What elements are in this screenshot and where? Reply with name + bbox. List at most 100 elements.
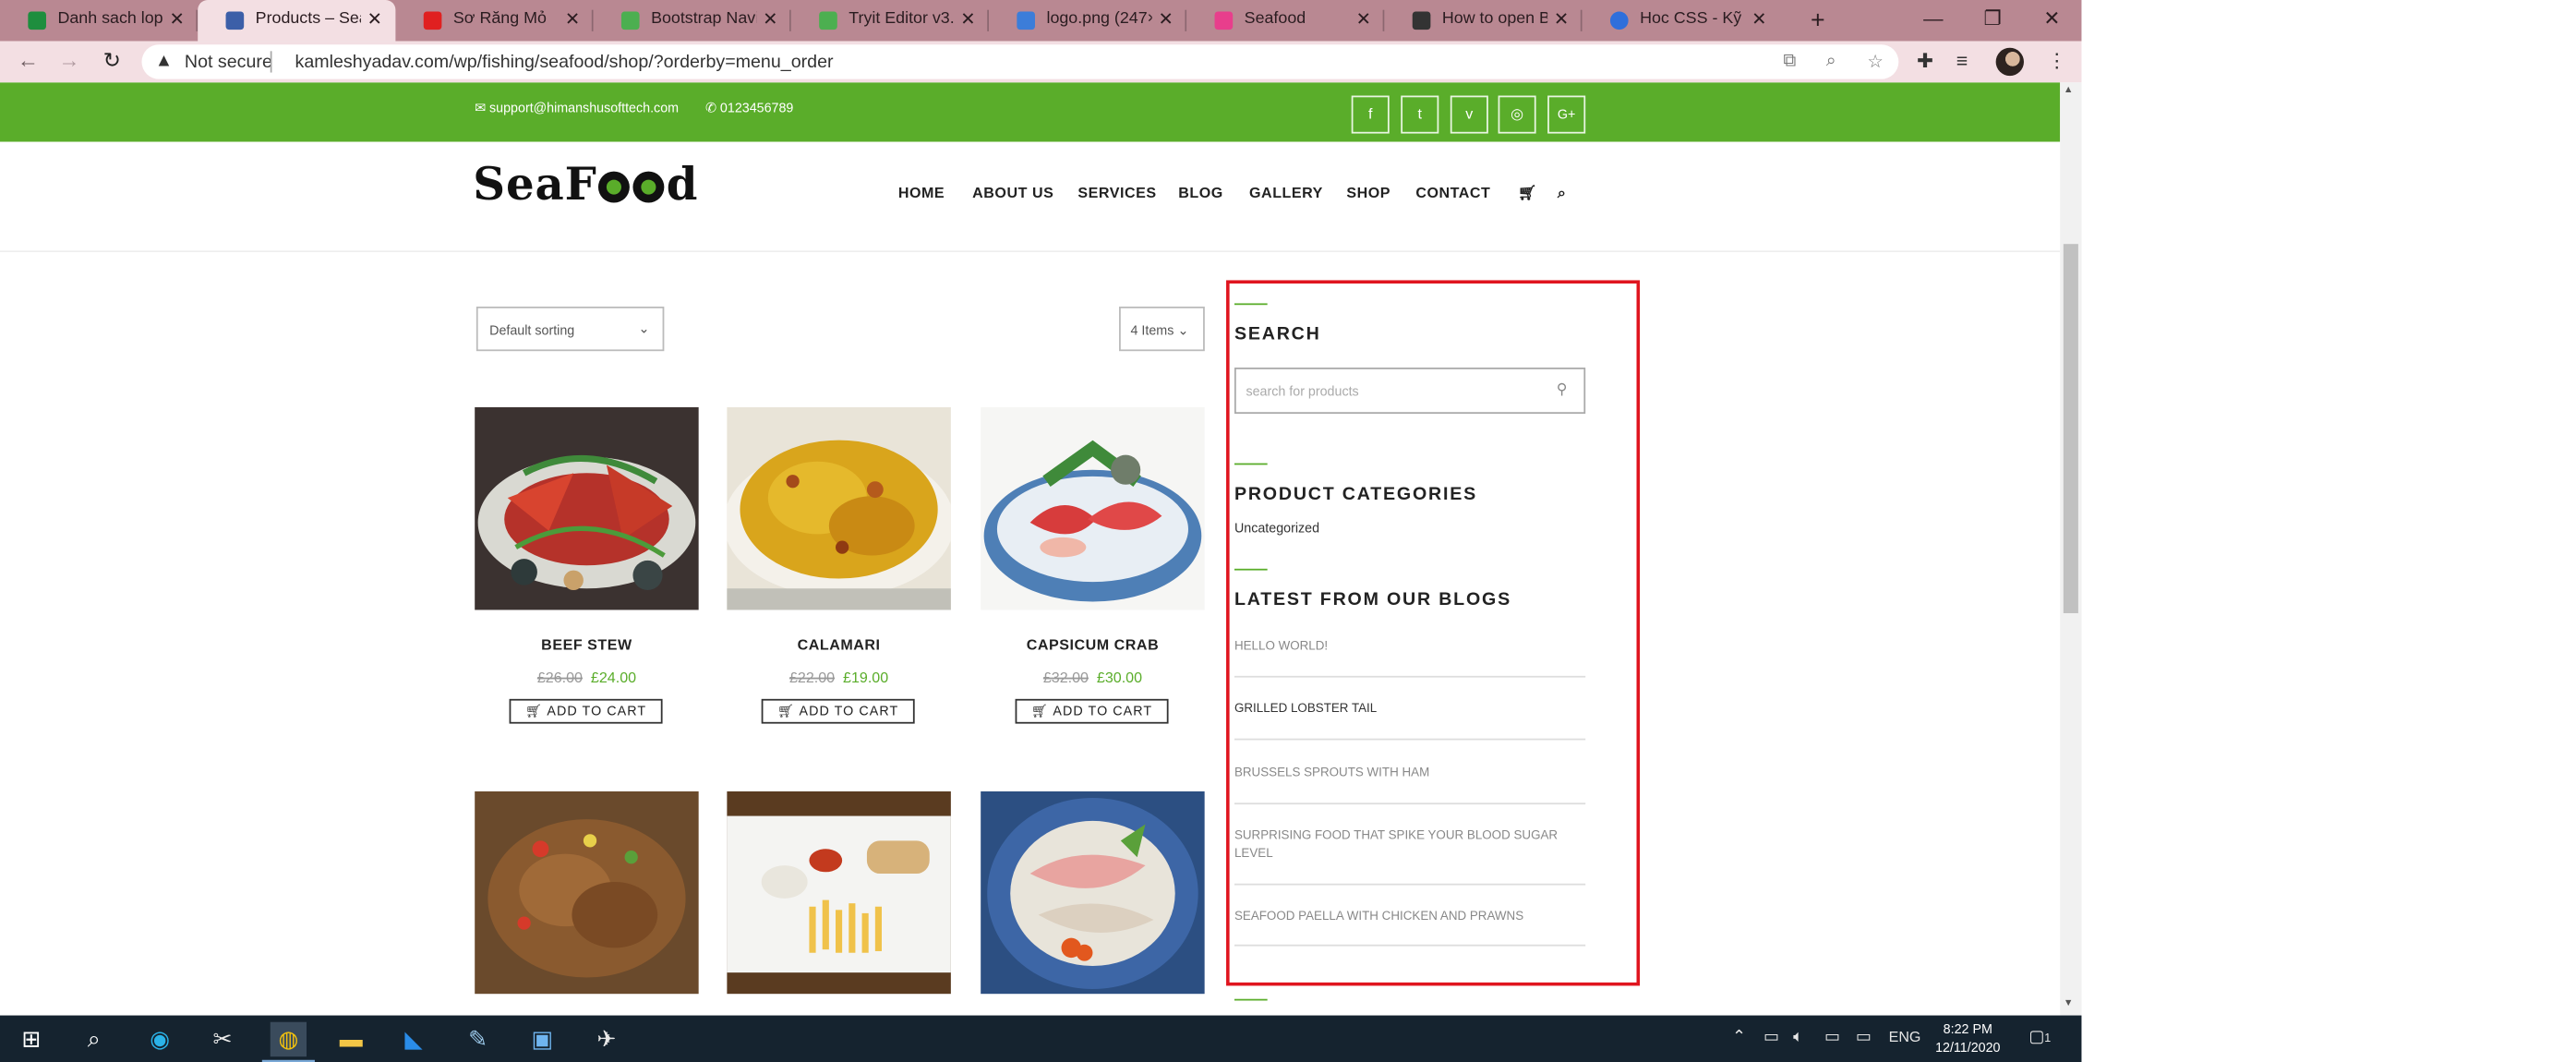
product-image[interactable] bbox=[727, 790, 951, 995]
logo-fish-icon bbox=[598, 171, 631, 203]
tab-youtube[interactable]: Sơ Răng Mỏ ✕ bbox=[395, 0, 594, 42]
tab-tryit-editor[interactable]: Tryit Editor v3.6 ✕ bbox=[791, 0, 989, 42]
blog-link[interactable]: HELLO WORLD! bbox=[1234, 636, 1586, 678]
zoom-icon[interactable]: ⌕ bbox=[1826, 51, 1836, 72]
language-indicator[interactable]: ENG bbox=[1889, 1029, 1921, 1045]
vscode-icon[interactable]: ◣ bbox=[395, 1022, 431, 1056]
url-text[interactable]: kamleshyadav.com/wp/fishing/seafood/shop… bbox=[295, 53, 834, 72]
nav-home[interactable]: HOME bbox=[898, 185, 945, 201]
blog-link[interactable]: SURPRISING FOOD THAT SPIKE YOUR BLOOD SU… bbox=[1234, 826, 1586, 886]
search-input[interactable] bbox=[1246, 379, 1543, 404]
close-icon[interactable]: ✕ bbox=[565, 8, 580, 30]
reload-icon[interactable]: ↻ bbox=[101, 49, 124, 73]
nav-about-us[interactable]: ABOUT US bbox=[972, 185, 1053, 201]
battery-icon[interactable]: ▭ bbox=[1824, 1029, 1840, 1047]
add-to-cart-button[interactable]: 🛒︎ ADD TO CART bbox=[761, 698, 915, 724]
scrollbar-thumb[interactable] bbox=[2063, 244, 2078, 614]
new-tab-button[interactable]: + bbox=[1800, 6, 1836, 36]
search-icon[interactable]: ⌕ bbox=[76, 1022, 112, 1056]
product-name[interactable]: CAPSICUM CRAB bbox=[981, 636, 1205, 653]
close-icon[interactable]: ✕ bbox=[169, 8, 184, 30]
close-icon[interactable]: ✕ bbox=[367, 8, 382, 30]
tab-class-list[interactable]: Danh sach lop C ✕ bbox=[0, 0, 199, 42]
edge-icon[interactable]: ◉ bbox=[142, 1022, 178, 1056]
restore-icon[interactable]: ❐ bbox=[1963, 0, 2022, 42]
system-clock[interactable]: 8:22 PM 12/11/2020 bbox=[1928, 1020, 2007, 1056]
nav-shop[interactable]: SHOP bbox=[1346, 185, 1390, 201]
profile-avatar[interactable] bbox=[1995, 47, 2024, 77]
sorting-select[interactable]: Default sorting ⌄ bbox=[475, 307, 665, 352]
blog-link[interactable]: BRUSSELS SPROUTS WITH HAM bbox=[1234, 763, 1586, 805]
notifications-icon[interactable]: ▢1 bbox=[2028, 1029, 2051, 1047]
add-to-cart-button[interactable]: 🛒︎ ADD TO CART bbox=[1015, 698, 1169, 724]
category-link[interactable]: Uncategorized bbox=[1234, 521, 1319, 536]
warning-icon[interactable]: ▲ bbox=[155, 51, 173, 70]
google-plus-icon[interactable]: G+ bbox=[1547, 95, 1586, 134]
security-tray-icon[interactable]: ▭ bbox=[1763, 1029, 1779, 1047]
product-search-box[interactable]: ⚲ bbox=[1234, 368, 1586, 415]
photos-icon[interactable]: ▣ bbox=[524, 1022, 560, 1056]
facebook-icon[interactable]: f bbox=[1351, 95, 1390, 134]
nav-services[interactable]: SERVICES bbox=[1077, 185, 1156, 201]
close-icon[interactable]: ✕ bbox=[1751, 8, 1766, 30]
minimize-icon[interactable]: — bbox=[1904, 0, 1963, 42]
address-bar[interactable]: ▲ Not secure kamleshyadav.com/wp/fishing… bbox=[141, 44, 1899, 79]
product-name[interactable]: CALAMARI bbox=[727, 636, 951, 653]
security-label[interactable]: Not secure bbox=[185, 53, 272, 72]
translate-icon[interactable]: ⧉ bbox=[1783, 51, 1796, 72]
close-icon[interactable]: ✕ bbox=[1158, 8, 1173, 30]
search-icon[interactable]: ⌕ bbox=[1558, 185, 1567, 203]
start-icon[interactable]: ⊞ bbox=[13, 1022, 49, 1056]
chevron-up-icon[interactable]: ⌃ bbox=[1732, 1029, 1746, 1047]
blogs-widget-title: LATEST FROM OUR BLOGS bbox=[1234, 590, 1511, 610]
close-window-icon[interactable]: ✕ bbox=[2022, 0, 2081, 42]
nav-gallery[interactable]: GALLERY bbox=[1249, 185, 1323, 201]
product-image-beef-stew[interactable] bbox=[475, 406, 699, 610]
close-icon[interactable]: ✕ bbox=[1554, 8, 1569, 30]
search-icon[interactable]: ⚲ bbox=[1557, 380, 1568, 399]
product-image[interactable] bbox=[475, 790, 699, 995]
product-image[interactable] bbox=[981, 790, 1205, 995]
volume-icon[interactable]: 🔈︎ bbox=[1793, 1029, 1803, 1047]
close-icon[interactable]: ✕ bbox=[960, 8, 975, 30]
product-name[interactable]: BEEF STEW bbox=[475, 636, 699, 653]
close-icon[interactable]: ✕ bbox=[1356, 8, 1371, 30]
blog-link[interactable]: GRILLED LOBSTER TAIL bbox=[1234, 699, 1586, 741]
scroll-up-icon[interactable]: ▲ bbox=[2064, 86, 2074, 96]
media-icon[interactable]: ≡ bbox=[1956, 50, 1968, 73]
product-image-capsicum-crab[interactable] bbox=[981, 406, 1205, 610]
sheets-icon bbox=[28, 11, 46, 30]
support-email[interactable]: ✉ support@himanshusofttech.com bbox=[475, 101, 679, 115]
back-icon[interactable]: ← bbox=[17, 49, 40, 73]
site-logo[interactable]: SeaF d bbox=[473, 160, 698, 211]
items-per-page-select[interactable]: 4 Items ⌄ bbox=[1119, 307, 1205, 352]
tab-hoc-css[interactable]: Hoc CSS - Kỹ thu ✕ bbox=[1583, 0, 1780, 42]
extensions-icon[interactable]: ✚ bbox=[1917, 50, 1933, 73]
menu-dots-icon[interactable]: ⋮ bbox=[2047, 50, 2066, 73]
scroll-down-icon[interactable]: ▼ bbox=[2064, 999, 2074, 1009]
tab-how-to-open[interactable]: How to open Bo ✕ bbox=[1384, 0, 1583, 42]
app-icon[interactable]: ✈ bbox=[588, 1022, 624, 1056]
add-to-cart-button[interactable]: 🛒︎ ADD TO CART bbox=[509, 698, 663, 724]
tab-products-seafood[interactable]: Products – Seafood ✕ bbox=[198, 0, 396, 42]
product-image-calamari[interactable] bbox=[727, 406, 951, 610]
page-scrollbar[interactable]: ▲ ▼ bbox=[2060, 82, 2082, 1016]
twitter-icon[interactable]: t bbox=[1401, 95, 1439, 134]
nav-blog[interactable]: BLOG bbox=[1178, 185, 1223, 201]
tab-seafood[interactable]: Seafood ✕ bbox=[1186, 0, 1385, 42]
snipping-tool-icon[interactable]: ✂ bbox=[204, 1022, 240, 1056]
vimeo-icon[interactable]: v bbox=[1450, 95, 1488, 134]
chrome-icon[interactable]: ◍ bbox=[261, 1021, 315, 1062]
tab-bootstrap-navigation[interactable]: Bootstrap Navig ✕ bbox=[594, 0, 791, 42]
bookmark-star-icon[interactable]: ☆ bbox=[1867, 51, 1884, 72]
nav-contact[interactable]: CONTACT bbox=[1415, 185, 1490, 201]
cart-icon[interactable]: 🛒︎ bbox=[1518, 185, 1537, 203]
blog-link[interactable]: SEAFOOD PAELLA WITH CHICKEN AND PRAWNS bbox=[1234, 907, 1586, 947]
forward-icon[interactable]: → bbox=[57, 49, 80, 73]
tab-logo-png[interactable]: logo.png (247×4 ✕ bbox=[989, 0, 1187, 42]
dribbble-icon[interactable]: ◎ bbox=[1498, 95, 1536, 134]
paint-icon[interactable]: ✎ bbox=[460, 1022, 496, 1056]
network-icon[interactable]: ▭ bbox=[1856, 1029, 1872, 1047]
close-icon[interactable]: ✕ bbox=[763, 8, 777, 30]
file-explorer-icon[interactable]: ▬ bbox=[333, 1022, 369, 1056]
